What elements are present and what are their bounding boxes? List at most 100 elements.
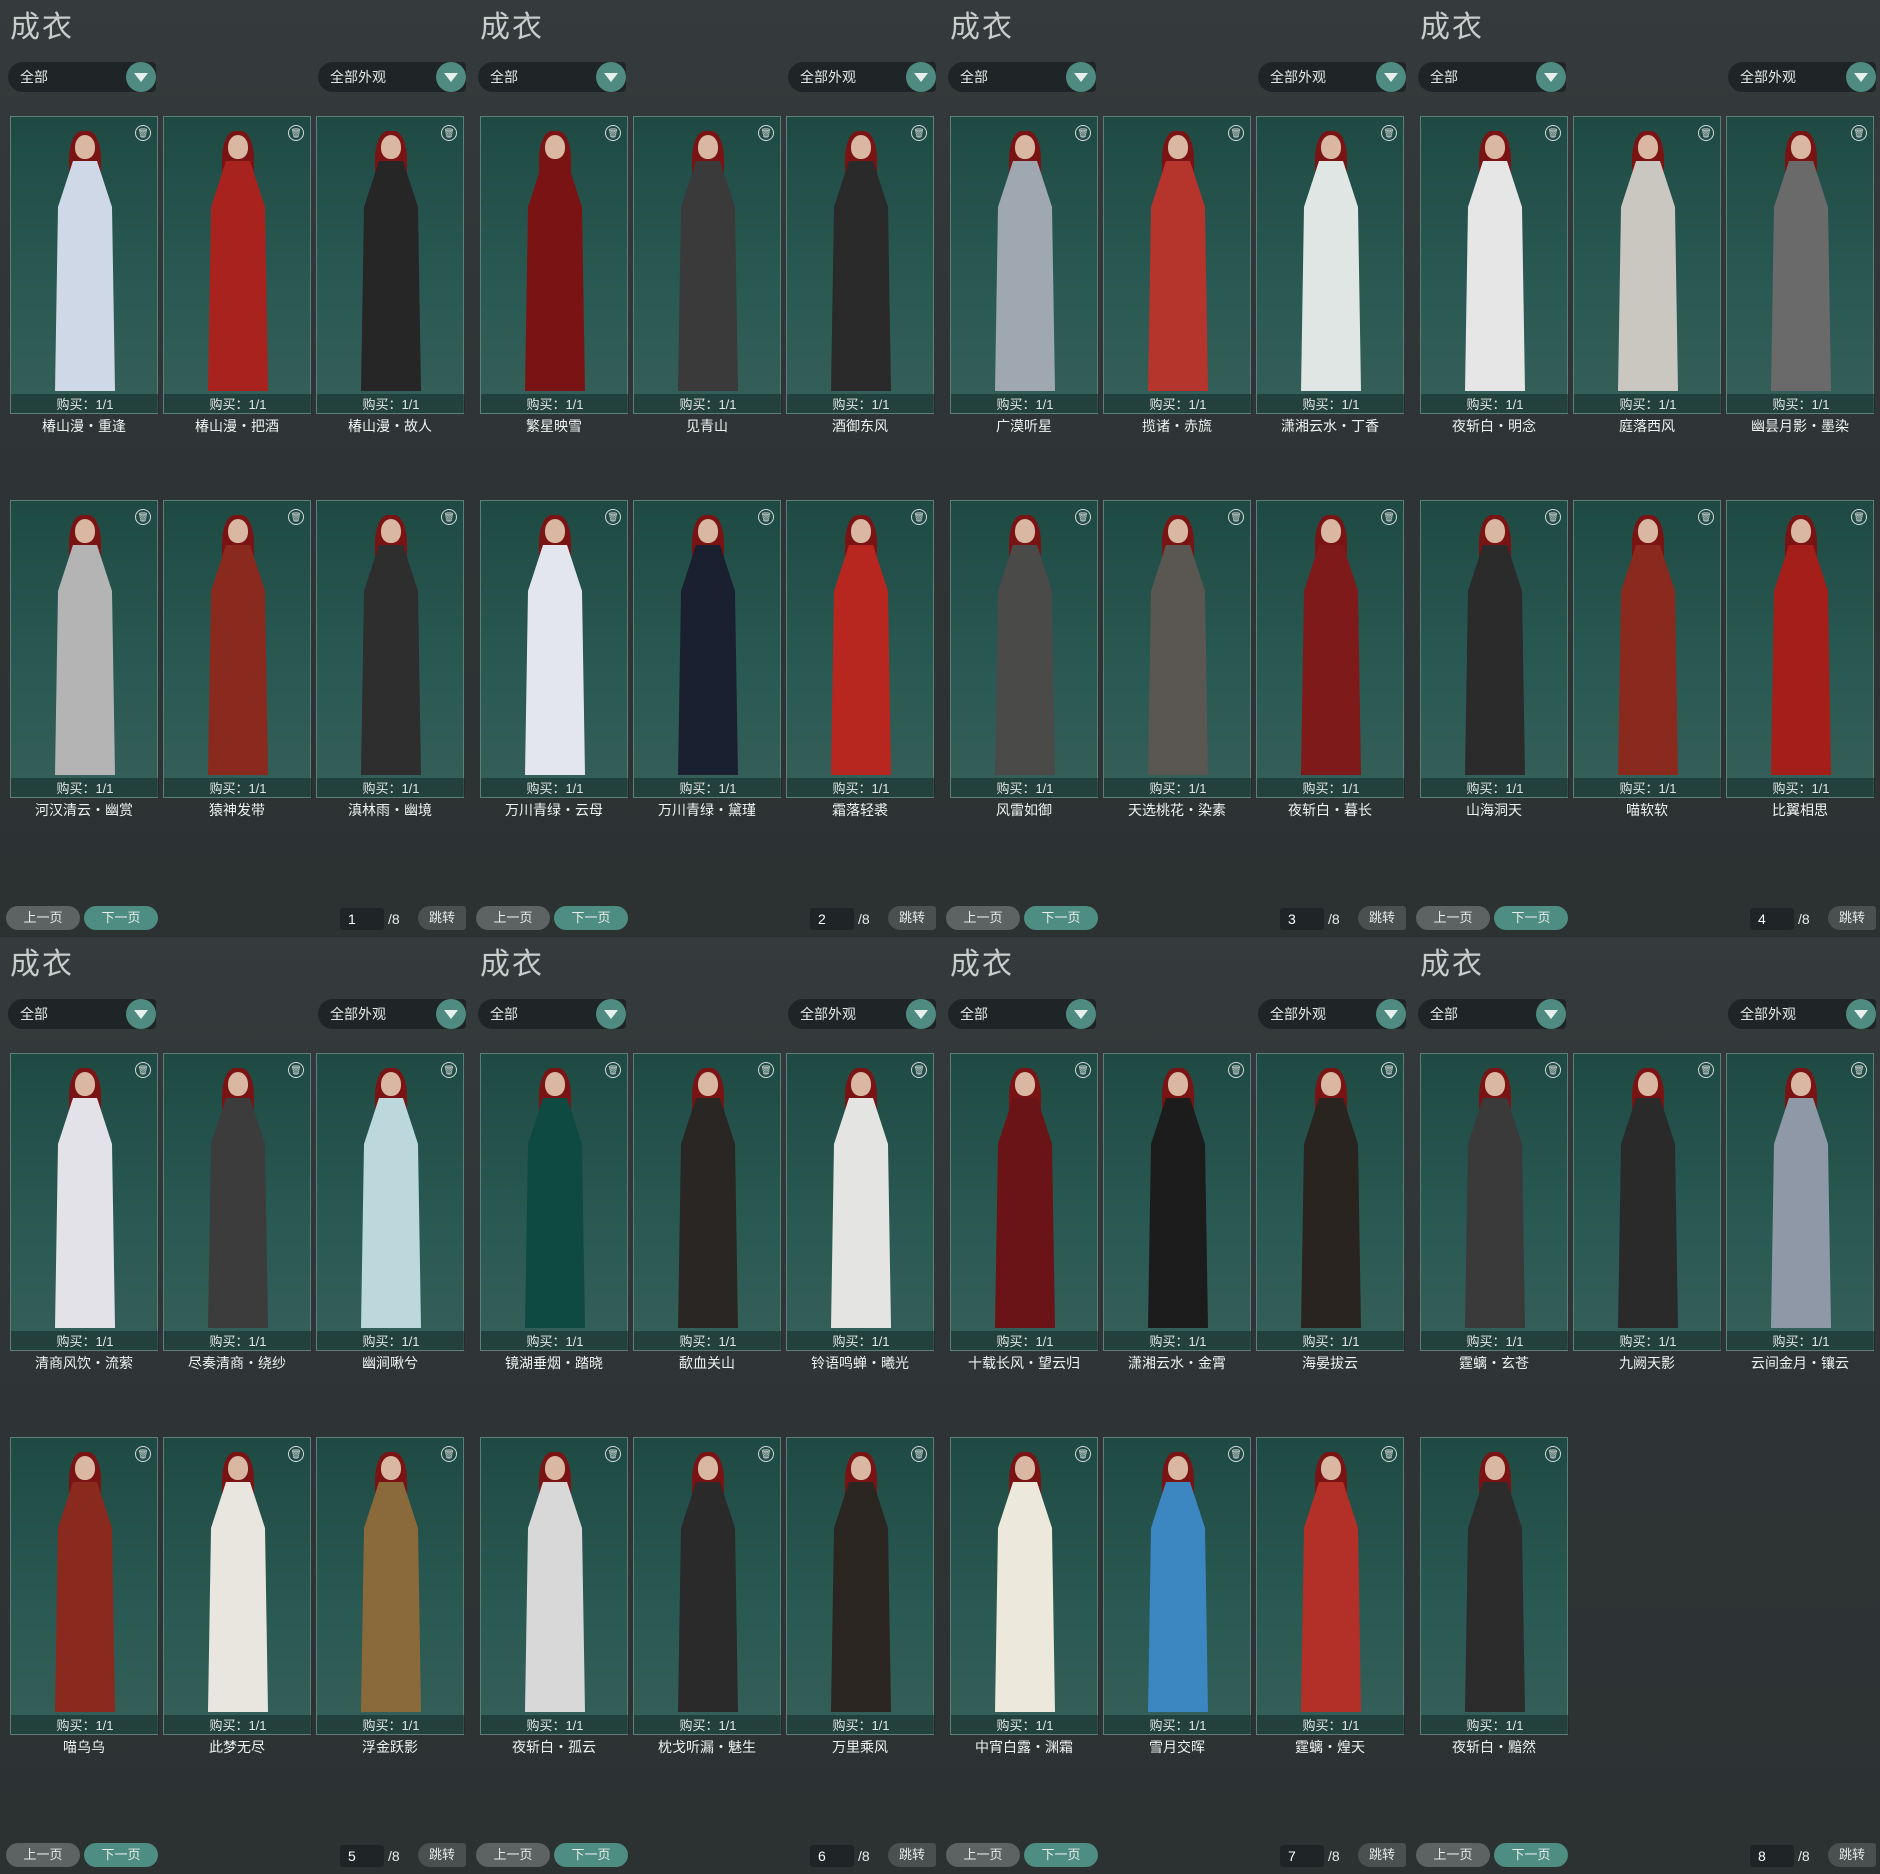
trash-icon[interactable]: 🗑 (758, 509, 774, 525)
outfit-card[interactable]: 🗑 购买：1/1 万里乘风 (786, 1437, 935, 1797)
outfit-card[interactable]: 🗑 购买：1/1 天选桃花・染素 (1103, 500, 1252, 860)
chevron-down-icon[interactable] (1536, 999, 1566, 1029)
prev-page-button[interactable]: 上一页 (6, 1843, 80, 1867)
outfit-card[interactable]: 🗑 购买：1/1 夜斩白・孤云 (480, 1437, 629, 1797)
outfit-card[interactable]: 🗑 购买：1/1 滇林雨・幽境 (316, 500, 465, 860)
prev-page-button[interactable]: 上一页 (476, 1843, 550, 1867)
trash-icon[interactable]: 🗑 (1851, 509, 1867, 525)
next-page-button[interactable]: 下一页 (1494, 1843, 1568, 1867)
outfit-card[interactable]: 🗑 购买：1/1 雪月交晖 (1103, 1437, 1252, 1797)
outfit-card[interactable]: 🗑 购买：1/1 霆螭・煌天 (1256, 1437, 1405, 1797)
jump-button[interactable]: 跳转 (1358, 906, 1406, 930)
jump-button[interactable]: 跳转 (1358, 1843, 1406, 1867)
appearance-dropdown[interactable]: 全部外观 (788, 62, 936, 92)
trash-icon[interactable]: 🗑 (288, 509, 304, 525)
trash-icon[interactable]: 🗑 (758, 1062, 774, 1078)
chevron-down-icon[interactable] (1066, 62, 1096, 92)
trash-icon[interactable]: 🗑 (1228, 1446, 1244, 1462)
trash-icon[interactable]: 🗑 (1381, 125, 1397, 141)
outfit-card[interactable]: 🗑 购买：1/1 潇湘云水・丁香 (1256, 116, 1405, 476)
jump-button[interactable]: 跳转 (1828, 906, 1876, 930)
outfit-card[interactable]: 🗑 购买：1/1 此梦无尽 (163, 1437, 312, 1797)
outfit-card[interactable]: 🗑 购买：1/1 夜斩白・暮长 (1256, 500, 1405, 860)
trash-icon[interactable]: 🗑 (1698, 125, 1714, 141)
trash-icon[interactable]: 🗑 (1075, 509, 1091, 525)
trash-icon[interactable]: 🗑 (605, 125, 621, 141)
outfit-card[interactable]: 🗑 购买：1/1 夜斩白・黯然 (1420, 1437, 1569, 1797)
trash-icon[interactable]: 🗑 (288, 125, 304, 141)
trash-icon[interactable]: 🗑 (1381, 509, 1397, 525)
jump-button[interactable]: 跳转 (888, 906, 936, 930)
next-page-button[interactable]: 下一页 (1024, 1843, 1098, 1867)
prev-page-button[interactable]: 上一页 (476, 906, 550, 930)
next-page-button[interactable]: 下一页 (554, 906, 628, 930)
trash-icon[interactable]: 🗑 (135, 125, 151, 141)
trash-icon[interactable]: 🗑 (288, 1062, 304, 1078)
category-dropdown[interactable]: 全部 (1418, 999, 1566, 1029)
trash-icon[interactable]: 🗑 (605, 509, 621, 525)
trash-icon[interactable]: 🗑 (1545, 1062, 1561, 1078)
prev-page-button[interactable]: 上一页 (6, 906, 80, 930)
trash-icon[interactable]: 🗑 (1851, 1062, 1867, 1078)
next-page-button[interactable]: 下一页 (1024, 906, 1098, 930)
chevron-down-icon[interactable] (1846, 999, 1876, 1029)
outfit-card[interactable]: 🗑 购买：1/1 风雷如御 (950, 500, 1099, 860)
trash-icon[interactable]: 🗑 (441, 125, 457, 141)
trash-icon[interactable]: 🗑 (1698, 509, 1714, 525)
trash-icon[interactable]: 🗑 (441, 509, 457, 525)
trash-icon[interactable]: 🗑 (1381, 1062, 1397, 1078)
prev-page-button[interactable]: 上一页 (946, 906, 1020, 930)
next-page-button[interactable]: 下一页 (1494, 906, 1568, 930)
next-page-button[interactable]: 下一页 (554, 1843, 628, 1867)
prev-page-button[interactable]: 上一页 (1416, 906, 1490, 930)
trash-icon[interactable]: 🗑 (1698, 1062, 1714, 1078)
chevron-down-icon[interactable] (436, 999, 466, 1029)
trash-icon[interactable]: 🗑 (135, 1062, 151, 1078)
trash-icon[interactable]: 🗑 (1381, 1446, 1397, 1462)
outfit-card[interactable]: 🗑 购买：1/1 九阙天影 (1573, 1053, 1722, 1413)
outfit-card[interactable]: 🗑 购买：1/1 喵软软 (1573, 500, 1722, 860)
jump-button[interactable]: 跳转 (418, 906, 466, 930)
appearance-dropdown[interactable]: 全部外观 (318, 62, 466, 92)
page-number-input[interactable]: 6 (810, 1845, 854, 1867)
page-number-input[interactable]: 8 (1750, 1845, 1794, 1867)
category-dropdown[interactable]: 全部 (8, 62, 156, 92)
outfit-card[interactable]: 🗑 购买：1/1 猿神发带 (163, 500, 312, 860)
trash-icon[interactable]: 🗑 (1228, 509, 1244, 525)
trash-icon[interactable]: 🗑 (911, 1446, 927, 1462)
outfit-card[interactable]: 🗑 购买：1/1 广漠听星 (950, 116, 1099, 476)
outfit-card[interactable]: 🗑 购买：1/1 幽涧啾兮 (316, 1053, 465, 1413)
outfit-card[interactable]: 🗑 购买：1/1 万川青绿・云母 (480, 500, 629, 860)
trash-icon[interactable]: 🗑 (911, 125, 927, 141)
category-dropdown[interactable]: 全部 (948, 62, 1096, 92)
chevron-down-icon[interactable] (436, 62, 466, 92)
chevron-down-icon[interactable] (596, 62, 626, 92)
outfit-card[interactable]: 🗑 购买：1/1 镜湖垂烟・踏晓 (480, 1053, 629, 1413)
chevron-down-icon[interactable] (906, 62, 936, 92)
trash-icon[interactable]: 🗑 (1545, 125, 1561, 141)
trash-icon[interactable]: 🗑 (1851, 125, 1867, 141)
next-page-button[interactable]: 下一页 (84, 1843, 158, 1867)
outfit-card[interactable]: 🗑 购买：1/1 河汉清云・幽赏 (10, 500, 159, 860)
chevron-down-icon[interactable] (1066, 999, 1096, 1029)
trash-icon[interactable]: 🗑 (1545, 1446, 1561, 1462)
chevron-down-icon[interactable] (1376, 62, 1406, 92)
outfit-card[interactable]: 🗑 购买：1/1 椿山漫・故人 (316, 116, 465, 476)
outfit-card[interactable]: 🗑 购买：1/1 十载长风・望云归 (950, 1053, 1099, 1413)
chevron-down-icon[interactable] (906, 999, 936, 1029)
page-number-input[interactable]: 5 (340, 1845, 384, 1867)
category-dropdown[interactable]: 全部 (8, 999, 156, 1029)
outfit-card[interactable]: 🗑 购买：1/1 山海洞天 (1420, 500, 1569, 860)
trash-icon[interactable]: 🗑 (1075, 125, 1091, 141)
page-number-input[interactable]: 2 (810, 908, 854, 930)
outfit-card[interactable]: 🗑 购买：1/1 清商风饮・流萦 (10, 1053, 159, 1413)
trash-icon[interactable]: 🗑 (758, 1446, 774, 1462)
appearance-dropdown[interactable]: 全部外观 (788, 999, 936, 1029)
chevron-down-icon[interactable] (1376, 999, 1406, 1029)
trash-icon[interactable]: 🗑 (758, 125, 774, 141)
outfit-card[interactable]: 🗑 购买：1/1 比翼相思 (1726, 500, 1875, 860)
trash-icon[interactable]: 🗑 (441, 1062, 457, 1078)
outfit-card[interactable]: 🗑 购买：1/1 椿山漫・重逢 (10, 116, 159, 476)
appearance-dropdown[interactable]: 全部外观 (1258, 62, 1406, 92)
outfit-card[interactable]: 🗑 购买：1/1 喵乌乌 (10, 1437, 159, 1797)
